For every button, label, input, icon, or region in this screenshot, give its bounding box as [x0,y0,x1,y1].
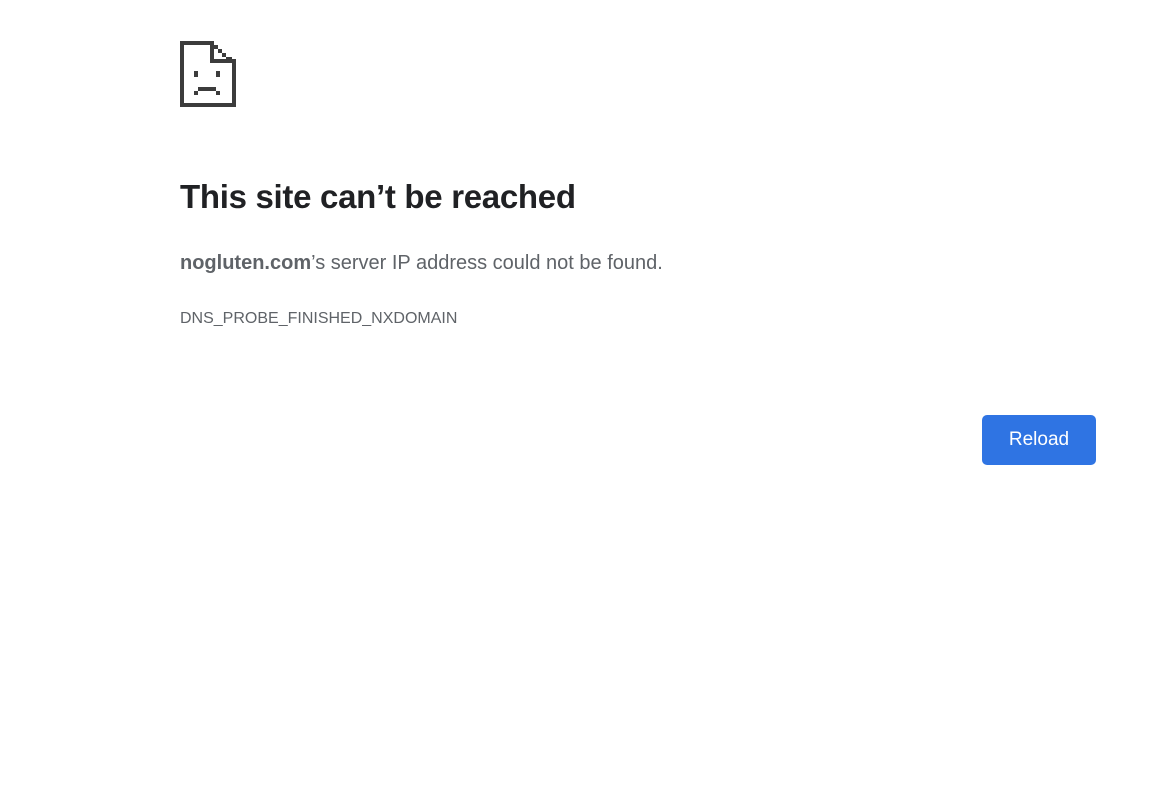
sad-page-icon [180,41,236,107]
page-title: This site can’t be reached [180,178,576,215]
error-message-suffix: ’s server IP address could not be found. [311,252,663,274]
error-domain: nogluten.com [180,252,312,274]
sad-page-icon-graphic [180,41,236,107]
error-code: DNS_PROBE_FINISHED_NXDOMAIN [180,310,458,327]
sad-page-icon-shape [180,41,236,107]
reload-button[interactable]: Reload [982,415,1096,465]
error-message: nogluten.com’s server IP address could n… [180,252,663,275]
